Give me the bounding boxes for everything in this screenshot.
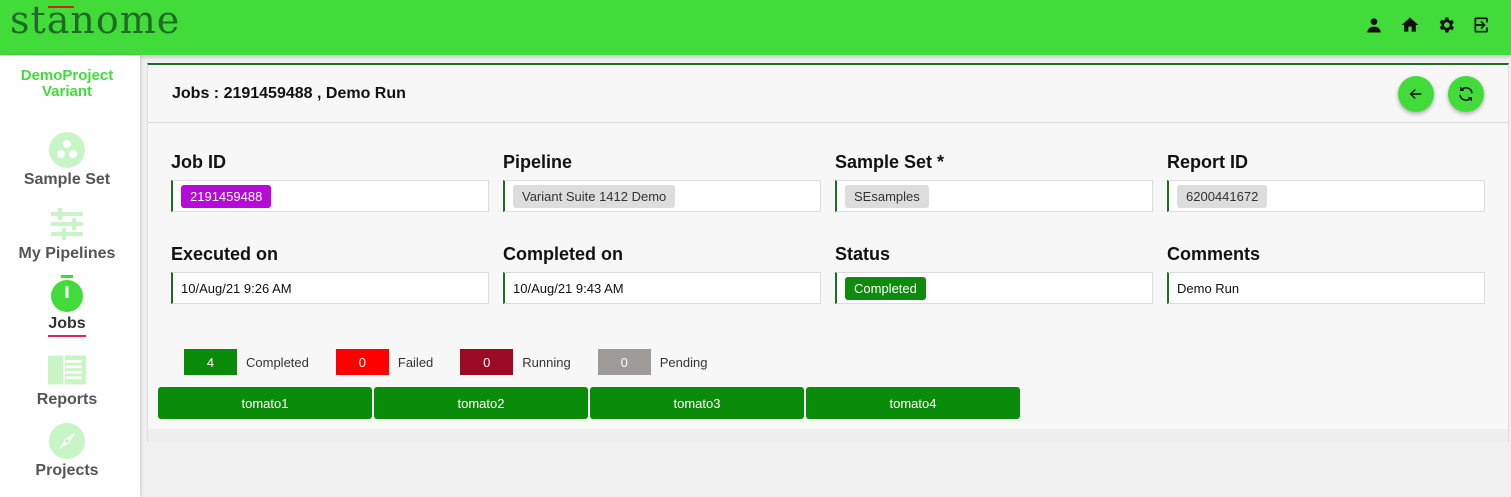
- status-legend: 4 Completed 0 Failed 0 Running 0 Pending: [184, 349, 734, 375]
- sidebar-item-my-pipelines[interactable]: My Pipelines: [0, 205, 134, 263]
- pipeline-chip: Variant Suite 1412 Demo: [513, 184, 676, 208]
- status-badge: Completed: [845, 276, 926, 300]
- job-id-label: Job ID: [171, 152, 227, 172]
- completed-count-box: 4: [184, 349, 237, 375]
- failed-legend-label: Failed: [397, 354, 434, 370]
- stanome-logo[interactable]: stanome: [10, 0, 180, 42]
- sliders-icon: [48, 205, 86, 243]
- completed-on-label: Completed on: [503, 244, 623, 264]
- home-icon[interactable]: [1399, 14, 1421, 36]
- job-id-field: Job ID 2191459488: [171, 152, 489, 212]
- top-app-bar: stanome: [0, 0, 1511, 55]
- sample-button-tomato2[interactable]: tomato2: [374, 387, 588, 419]
- sample-set-field: Sample Set * SEsamples: [835, 152, 1153, 212]
- report-id-chip: 6200441672: [1177, 184, 1268, 208]
- project-name-line1: DemoProject: [20, 67, 114, 84]
- status-box[interactable]: Completed: [835, 272, 1153, 304]
- sidebar-item-label: Reports: [36, 391, 98, 408]
- running-legend-label: Running: [522, 354, 571, 370]
- pipeline-box[interactable]: Variant Suite 1412 Demo: [503, 180, 821, 212]
- gear-icon[interactable]: [1435, 14, 1457, 36]
- compass-icon: [48, 422, 86, 460]
- refresh-icon: [1459, 87, 1473, 101]
- job-detail-panel: Jobs : 2191459488 , Demo Run Job ID 2191…: [147, 63, 1509, 442]
- failed-count-box: 0: [335, 349, 389, 375]
- executed-on-field: Executed on 10/Aug/21 9:26 AM: [171, 244, 489, 304]
- sample-set-box[interactable]: SEsamples: [835, 180, 1153, 212]
- sidebar-item-label: Jobs: [48, 315, 86, 337]
- sample-list: tomato1 tomato2 tomato3 tomato4: [158, 387, 1020, 419]
- sample-button-tomato4[interactable]: tomato4: [806, 387, 1020, 419]
- sample-set-label: Sample Set *: [835, 152, 945, 172]
- refresh-button[interactable]: [1448, 76, 1484, 112]
- back-button[interactable]: [1398, 76, 1434, 112]
- completed-on-value: 10/Aug/21 9:43 AM: [513, 280, 624, 296]
- completed-on-box[interactable]: 10/Aug/21 9:43 AM: [503, 272, 821, 304]
- arrow-left-icon: [1409, 88, 1422, 100]
- sample-set-icon: [48, 131, 86, 169]
- completed-legend-label: Completed: [246, 354, 309, 370]
- top-icon-group: [1363, 14, 1493, 36]
- comments-box[interactable]: Demo Run: [1167, 272, 1485, 304]
- person-icon[interactable]: [1363, 14, 1385, 36]
- pending-legend-label: Pending: [659, 354, 708, 370]
- panel-header: Jobs : 2191459488 , Demo Run: [148, 65, 1508, 123]
- job-id-box[interactable]: 2191459488: [171, 180, 489, 212]
- executed-on-label: Executed on: [171, 244, 279, 264]
- executed-on-value: 10/Aug/21 9:26 AM: [181, 280, 292, 296]
- logout-icon[interactable]: [1471, 14, 1493, 36]
- sample-button-tomato3[interactable]: tomato3: [590, 387, 804, 419]
- pending-count-box: 0: [597, 349, 651, 375]
- sample-set-chip: SEsamples: [845, 184, 929, 208]
- job-id-chip: 2191459488: [181, 184, 272, 208]
- report-id-label: Report ID: [1167, 152, 1248, 172]
- sidebar-item-label: Projects: [35, 462, 99, 479]
- running-count-box: 0: [460, 349, 514, 375]
- completed-on-field: Completed on 10/Aug/21 9:43 AM: [503, 244, 821, 304]
- sidebar-item-reports[interactable]: Reports: [0, 351, 134, 409]
- report-id-box[interactable]: 6200441672: [1167, 180, 1485, 212]
- sidebar: DemoProject Variant Sample Set My Pipeli…: [0, 55, 140, 497]
- page-title: Jobs : 2191459488 , Demo Run: [172, 85, 406, 102]
- pipeline-label: Pipeline: [503, 152, 573, 172]
- report-id-field: Report ID 6200441672: [1167, 152, 1485, 212]
- sample-button-tomato1[interactable]: tomato1: [158, 387, 372, 419]
- status-field: Status Completed: [835, 244, 1153, 304]
- sidebar-item-projects[interactable]: Projects: [0, 422, 134, 480]
- sidebar-item-label: Sample Set: [23, 171, 111, 188]
- comments-field: Comments Demo Run: [1167, 244, 1485, 304]
- pipeline-field: Pipeline Variant Suite 1412 Demo: [503, 152, 821, 212]
- sidebar-item-label: My Pipelines: [18, 245, 116, 262]
- comments-label: Comments: [1167, 244, 1261, 264]
- sidebar-item-sample-set[interactable]: Sample Set: [0, 131, 134, 189]
- panel-footer: [148, 429, 1508, 442]
- sidebar-item-jobs[interactable]: Jobs: [0, 275, 134, 337]
- report-icon: [48, 351, 86, 389]
- project-name: DemoProject Variant: [0, 68, 134, 100]
- stopwatch-icon: [48, 275, 86, 313]
- status-label: Status: [835, 244, 891, 264]
- project-name-line2: Variant: [41, 83, 93, 100]
- executed-on-box[interactable]: 10/Aug/21 9:26 AM: [171, 272, 489, 304]
- comments-value: Demo Run: [1177, 280, 1240, 296]
- logo-accent-bar: [48, 6, 74, 8]
